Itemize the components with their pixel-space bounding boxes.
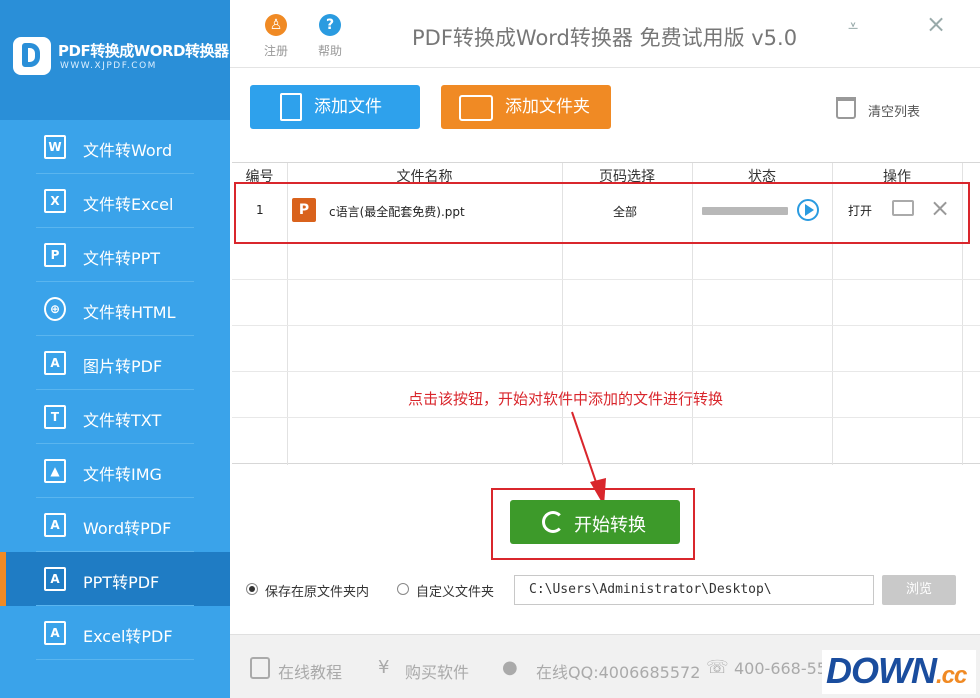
save-original-label: 保存在原文件夹内 [265, 585, 370, 600]
online-tutorial-link[interactable]: 在线教程 [278, 659, 342, 683]
tutorial-icon [250, 657, 270, 679]
start-conversion-button[interactable]: 开始转换 [510, 500, 680, 544]
refresh-icon [542, 511, 564, 533]
browse-button[interactable]: 浏览 [882, 575, 956, 605]
save-custom-radio[interactable] [397, 583, 409, 595]
output-path-input[interactable]: C:\Users\Administrator\Desktop\ [514, 575, 874, 605]
online-qq-link[interactable]: 在线QQ:4006685572 [536, 659, 700, 683]
phone-icon: ☏ [706, 657, 729, 678]
phone-number: 400-668-55 [734, 659, 827, 678]
buy-software-link[interactable]: 购买软件 [405, 659, 469, 683]
qq-icon: ● [502, 657, 518, 678]
start-conversion-label: 开始转换 [574, 515, 646, 536]
watermark-suffix: .cc [935, 662, 967, 689]
down-cc-watermark: DOWN.cc [822, 650, 976, 694]
save-original-radio[interactable] [246, 583, 258, 595]
buy-icon: ¥ [378, 657, 390, 678]
save-custom-label: 自定义文件夹 [416, 585, 495, 600]
watermark-main: DOWN [826, 650, 937, 691]
